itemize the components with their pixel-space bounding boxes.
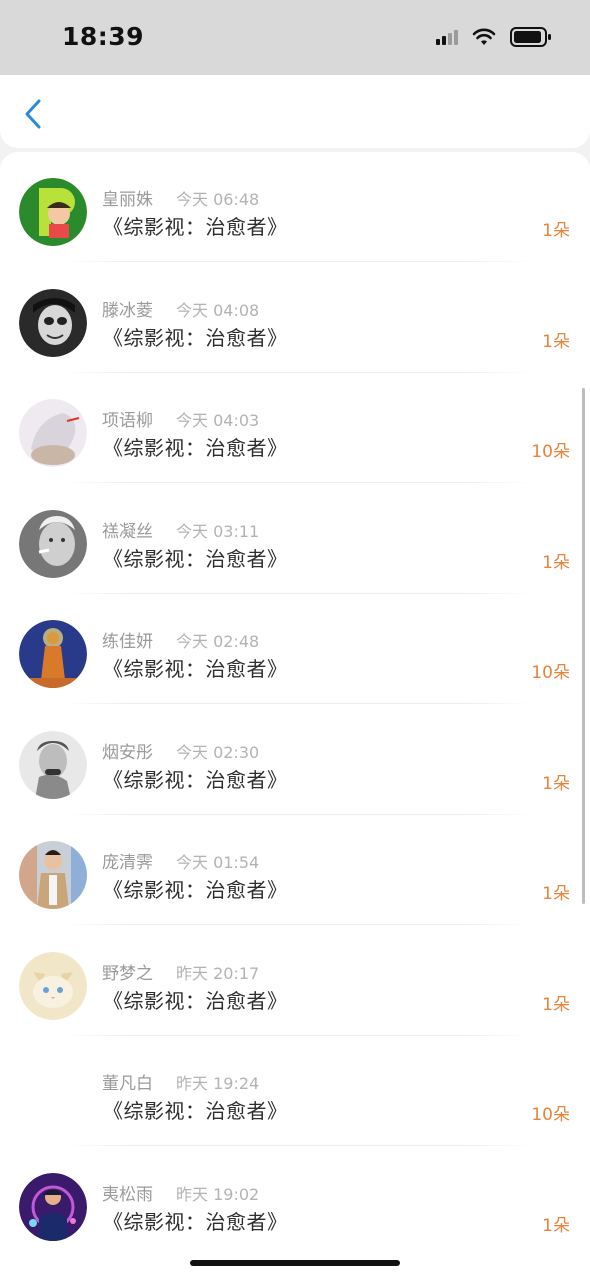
avatar-placeholder[interactable] [19, 1062, 87, 1130]
list-item[interactable]: 野梦之 昨天 20:17 《综影视：治愈者》 1朵 [0, 926, 590, 1036]
list-item[interactable]: 禚凝丝 今天 03:11 《综影视：治愈者》 1朵 [0, 484, 590, 594]
list-item[interactable]: 烟安彤 今天 02:30 《综影视：治愈者》 1朵 [0, 705, 590, 815]
flower-count: 1朵 [542, 221, 570, 241]
status-icons [436, 27, 552, 47]
status-bar: 18:39 [0, 0, 590, 75]
item-time: 昨天 19:24 [176, 1074, 260, 1093]
item-time: 今天 01:54 [176, 853, 260, 872]
item-time: 今天 02:30 [176, 742, 260, 762]
user-name[interactable]: 皇丽姝 [102, 185, 153, 210]
user-name[interactable]: 滕冰菱 [102, 296, 153, 321]
street-person-avatar[interactable] [19, 841, 87, 909]
book-title[interactable]: 《综影视：治愈者》 [103, 432, 288, 461]
back-button[interactable] [16, 97, 50, 131]
book-title[interactable]: 《综影视：治愈者》 [103, 1206, 288, 1235]
scrollbar[interactable] [582, 388, 585, 904]
flower-count: 10朵 [531, 442, 570, 462]
item-time: 今天 06:48 [176, 190, 260, 209]
item-time: 今天 04:08 [176, 300, 260, 320]
home-indicator [190, 1260, 400, 1266]
book-title[interactable]: 《综影视：治愈者》 [103, 985, 288, 1014]
item-time: 昨天 20:17 [176, 963, 260, 983]
flower-count: 1朵 [542, 552, 570, 573]
status-time: 18:39 [62, 22, 145, 51]
flower-count: 1朵 [542, 331, 570, 352]
book-title[interactable]: 《综影视：治愈者》 [103, 874, 288, 903]
list-item[interactable]: 庞清霁 今天 01:54 《综影视：治愈者》 1朵 [0, 815, 590, 925]
user-name[interactable]: 野梦之 [102, 959, 153, 984]
item-time: 今天 04:03 [176, 411, 260, 430]
sketch-face-avatar[interactable] [19, 288, 87, 357]
book-title[interactable]: 《综影视：治愈者》 [103, 653, 288, 682]
chevron-left-icon [25, 99, 41, 129]
nav-bar [0, 75, 590, 148]
flower-count: 1朵 [542, 1215, 570, 1236]
book-title[interactable]: 《综影视：治愈者》 [103, 322, 288, 351]
user-name[interactable]: 夷松雨 [102, 1180, 153, 1205]
user-name[interactable]: 禚凝丝 [102, 517, 153, 542]
user-name[interactable]: 项语柳 [102, 406, 153, 431]
item-time: 今天 03:11 [176, 521, 260, 541]
flower-count: 1朵 [542, 994, 570, 1015]
buddha-avatar[interactable] [19, 620, 87, 688]
flower-count: 1朵 [542, 884, 570, 904]
battery-icon [510, 27, 552, 47]
flower-count: 10朵 [531, 1105, 570, 1125]
user-name[interactable]: 董凡白 [102, 1069, 153, 1094]
list-item[interactable]: 项语柳 今天 04:03 《综影视：治愈者》 10朵 [0, 373, 590, 483]
flower-count: 10朵 [531, 663, 570, 683]
signal-icon [436, 29, 458, 45]
book-title[interactable]: 《综影视：治愈者》 [103, 764, 288, 793]
cartoon-p-avatar[interactable] [19, 178, 87, 246]
list-item[interactable]: 皇丽姝 今天 06:48 《综影视：治愈者》 1朵 [0, 152, 590, 262]
item-time: 今天 02:48 [176, 632, 260, 651]
book-title[interactable]: 《综影视：治愈者》 [103, 1095, 288, 1124]
cat-avatar[interactable] [19, 951, 87, 1020]
list-item[interactable]: 练佳妍 今天 02:48 《综影视：治愈者》 10朵 [0, 594, 590, 704]
anime-avatar[interactable] [19, 399, 87, 467]
dj-avatar[interactable] [19, 1172, 87, 1241]
flower-count: 1朵 [542, 773, 570, 794]
user-name[interactable]: 烟安彤 [102, 738, 153, 763]
user-name[interactable]: 练佳妍 [102, 627, 153, 652]
book-title[interactable]: 《综影视：治愈者》 [103, 543, 288, 572]
item-time: 昨天 19:02 [176, 1184, 260, 1204]
man-portrait-avatar[interactable] [19, 730, 87, 799]
wifi-icon [472, 28, 496, 46]
list-item[interactable]: 董凡白 昨天 19:24 《综影视：治愈者》 10朵 [0, 1036, 590, 1146]
user-name[interactable]: 庞清霁 [102, 848, 153, 873]
gift-list[interactable]: 皇丽姝 今天 06:48 《综影视：治愈者》 1朵 滕冰菱 今天 04:08 《综影视：治愈… [0, 152, 590, 1280]
smoking-man-avatar[interactable] [19, 509, 87, 578]
list-item[interactable]: 夷松雨 昨天 19:02 《综影视：治愈者》 1朵 [0, 1147, 590, 1257]
book-title[interactable]: 《综影视：治愈者》 [103, 211, 288, 240]
list-item[interactable]: 滕冰菱 今天 04:08 《综影视：治愈者》 1朵 [0, 263, 590, 373]
